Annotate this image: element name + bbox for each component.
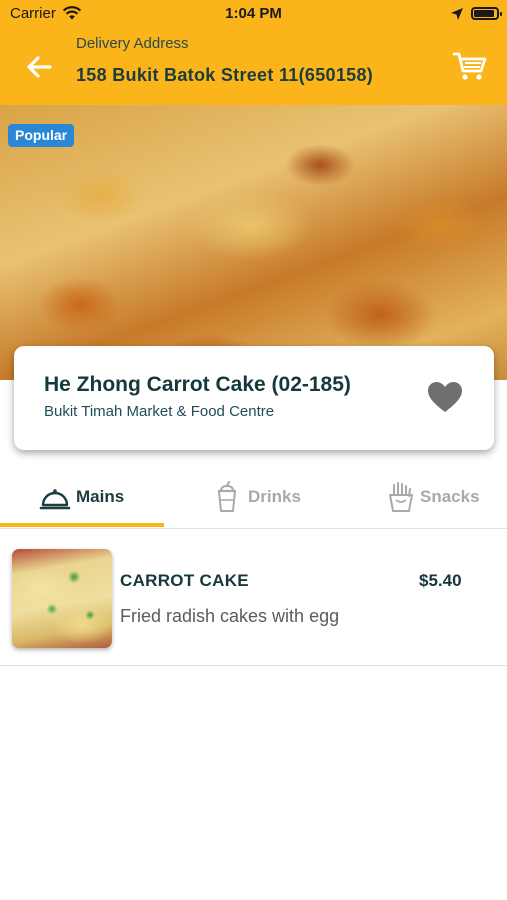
cart-icon[interactable]	[452, 50, 488, 82]
delivery-address[interactable]: 158 Bukit Batok Street 11(650158)	[76, 65, 373, 86]
back-arrow-icon[interactable]	[22, 50, 56, 84]
tab-label: Mains	[76, 487, 125, 506]
tab-snacks[interactable]: Snacks	[338, 465, 507, 529]
category-tabs: Mains Drinks Snacks	[0, 465, 507, 529]
stall-name: He Zhong Carrot Cake (02-185)	[44, 373, 351, 396]
tab-label: Drinks	[248, 487, 301, 506]
cloche-icon	[39, 489, 71, 510]
popular-badge: Popular	[8, 124, 75, 147]
menu-item-description: Fried radish cakes with egg	[120, 606, 340, 626]
drink-cup-icon	[218, 481, 236, 512]
tab-drinks[interactable]: Drinks	[169, 465, 338, 529]
status-bar: Carrier 1:04 PM	[0, 0, 507, 28]
menu-item-name: CARROT CAKE	[120, 571, 249, 590]
clock: 1:04 PM	[225, 5, 282, 22]
stall-location: Bukit Timah Market & Food Centre	[44, 403, 275, 420]
location-arrow-icon	[451, 8, 463, 20]
delivery-address-label: Delivery Address	[76, 35, 189, 52]
battery-icon	[471, 7, 502, 20]
tab-label: Snacks	[420, 487, 480, 506]
hero-food-image	[0, 105, 507, 380]
menu-item[interactable]: CARROT CAKE $5.40 Fried radish cakes wit…	[0, 530, 507, 666]
menu-item-price: $5.40	[419, 571, 462, 590]
tab-mains[interactable]: Mains	[0, 465, 169, 529]
fries-icon	[389, 482, 413, 512]
app-header: Carrier 1:04 PM Delivery Address 158 Buk…	[0, 0, 507, 105]
stall-info-card: He Zhong Carrot Cake (02-185) Bukit Tima…	[14, 346, 494, 450]
heart-icon[interactable]	[426, 380, 464, 414]
menu-item-image	[12, 549, 112, 648]
active-tab-indicator	[0, 523, 164, 527]
